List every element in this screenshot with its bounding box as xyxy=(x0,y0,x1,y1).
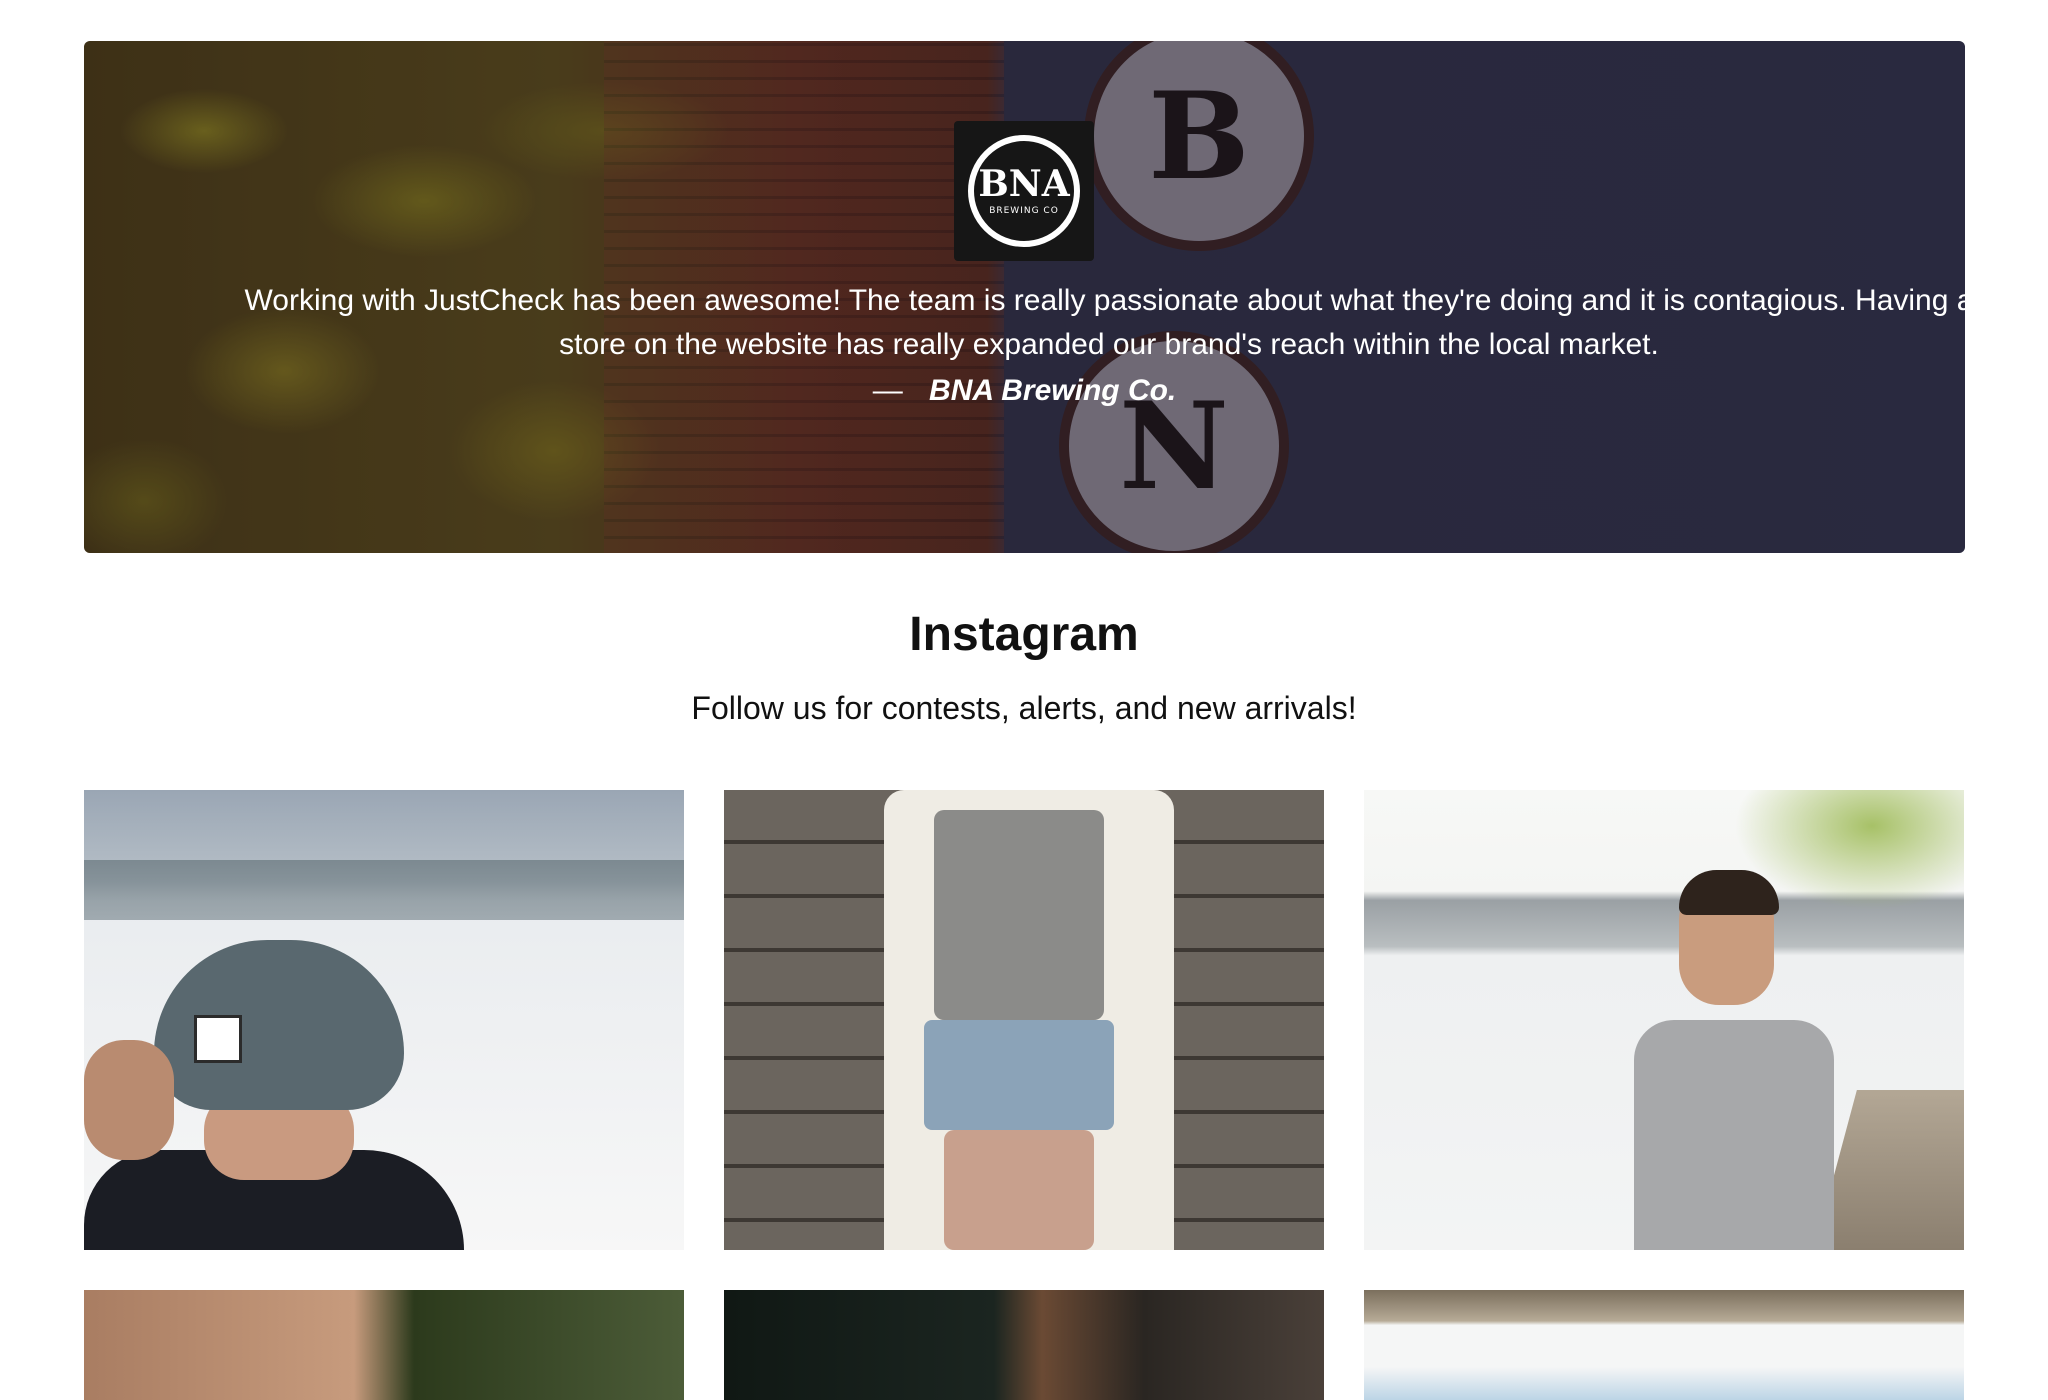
logo-ring: BNA BREWING CO xyxy=(968,135,1080,247)
instagram-photo-woman[interactable] xyxy=(84,1290,684,1400)
instagram-title: Instagram xyxy=(909,608,1139,661)
instagram-photo-tshirt[interactable] xyxy=(1364,790,1964,1250)
photo-hair xyxy=(1679,870,1779,915)
testimonial-banner: B N BNA BREWING CO Working with JustChec… xyxy=(84,41,1965,553)
photo-dock xyxy=(1814,1090,1964,1250)
attribution-dash: — xyxy=(872,374,903,407)
photo-shorts xyxy=(924,1020,1114,1130)
instagram-photo-watch[interactable] xyxy=(724,1290,1324,1400)
instagram-photo-outfit[interactable] xyxy=(724,790,1324,1250)
photo-legs xyxy=(944,1130,1094,1250)
photo-hand xyxy=(84,1040,174,1160)
instagram-subtitle: Follow us for contests, alerts, and new … xyxy=(691,690,1357,726)
logo-wordmark: BNA xyxy=(978,163,1070,205)
testimonial-quote: Working with JustCheck has been awesome!… xyxy=(244,284,1965,361)
photo-top xyxy=(934,810,1104,1020)
photo-hills xyxy=(84,860,684,920)
photo-cap-patch xyxy=(194,1015,242,1063)
testimonial-attribution: — BNA Brewing Co. xyxy=(84,369,1965,413)
instagram-photo-cap[interactable] xyxy=(84,790,684,1250)
instagram-photo-lake[interactable] xyxy=(1364,1290,1964,1400)
photo-tshirt xyxy=(1634,1020,1834,1250)
testimonial-author: BNA Brewing Co. xyxy=(929,374,1177,407)
bna-brewing-logo: BNA BREWING CO xyxy=(954,121,1094,261)
photo-cap xyxy=(154,940,404,1110)
logo-subtext: BREWING CO xyxy=(989,206,1059,216)
